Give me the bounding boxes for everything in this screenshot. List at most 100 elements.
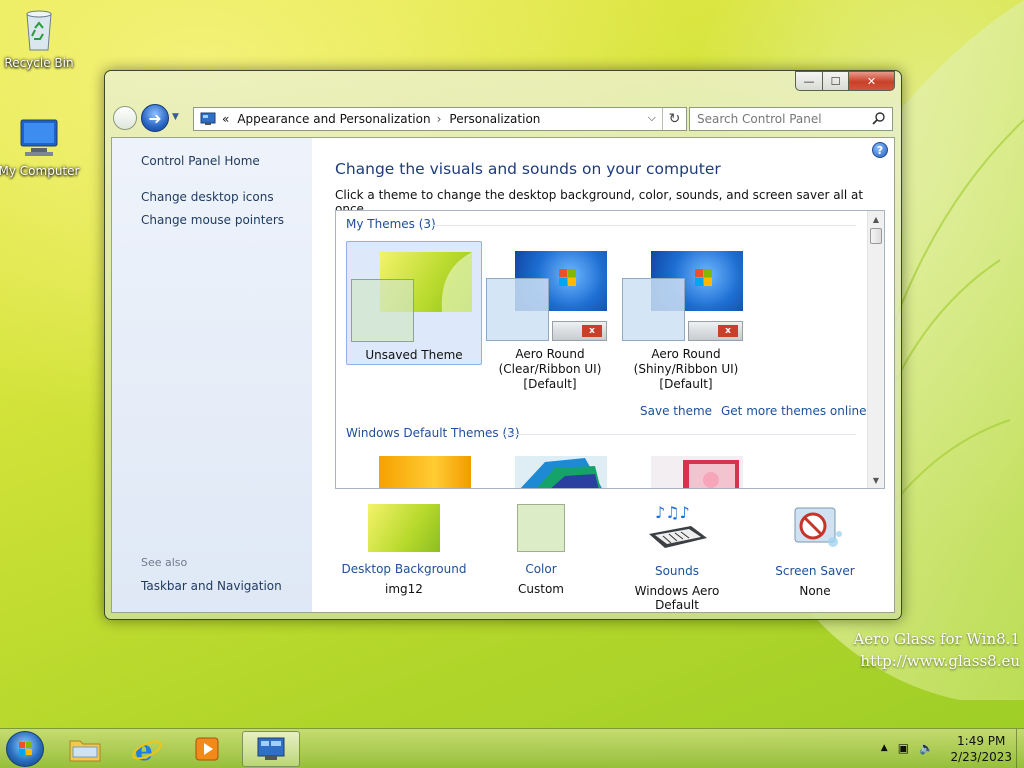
theme-thumbnail-default-3[interactable] — [651, 456, 743, 488]
breadcrumb-appearance[interactable]: Appearance and Personalization — [237, 112, 430, 126]
clock-date: 2/23/2023 — [950, 750, 1012, 764]
close-button[interactable]: ✕ — [849, 71, 895, 91]
maximize-button[interactable]: ☐ — [823, 71, 849, 91]
theme-unsaved[interactable]: Unsaved Theme — [346, 241, 482, 365]
screen-saver-icon — [779, 504, 851, 554]
task-pane: Control Panel Home Change desktop icons … — [112, 138, 312, 612]
internet-explorer-icon: e — [132, 734, 162, 764]
screen-saver-value: None — [799, 584, 831, 598]
search-input[interactable]: Search Control Panel — [689, 107, 893, 131]
breadcrumb-personalization[interactable]: Personalization — [449, 112, 540, 126]
screen-saver-link[interactable]: Screen Saver — [750, 564, 880, 578]
volume-icon[interactable]: 🔈 — [919, 741, 934, 755]
back-button[interactable] — [113, 106, 137, 130]
theme-label: Aero Round (Clear/Ribbon UI) [Default] — [498, 347, 602, 391]
group-divider — [432, 225, 856, 226]
theme-label: Aero Round (Shiny/Ribbon UI) [Default] — [633, 347, 739, 391]
scroll-up-arrow-icon[interactable]: ▲ — [868, 211, 884, 227]
control-panel-home-link[interactable]: Control Panel Home — [141, 154, 260, 168]
desktop-icon-label: Recycle Bin — [4, 56, 74, 70]
get-more-themes-link[interactable]: Get more themes online — [721, 404, 867, 418]
window-content: Control Panel Home Change desktop icons … — [111, 137, 895, 613]
address-dropdown[interactable]: ⌵ — [648, 111, 656, 125]
theme-aero-round-shiny[interactable]: x Aero Round (Shiny/Ribbon UI) [Default] — [618, 241, 754, 391]
navigation-bar: ➜ ▼ « Appearance and Personalization › P… — [111, 101, 895, 135]
network-icon[interactable]: ▣ — [898, 741, 909, 755]
media-player-icon — [195, 737, 219, 761]
color-link[interactable]: Color — [476, 562, 606, 576]
theme-window-preview: x — [688, 321, 743, 341]
show-hidden-icons-icon[interactable]: ▲ — [881, 741, 888, 755]
desktop-icon-my-computer[interactable]: My Computer — [0, 114, 81, 178]
windows-default-themes-heading: Windows Default Themes (3) — [346, 426, 520, 440]
taskbar-control-panel[interactable] — [242, 731, 300, 767]
watermark: Aero Glass for Win8.1 http://www.glass8.… — [853, 628, 1020, 672]
page-title: Change the visuals and sounds on your co… — [335, 160, 721, 178]
theme-thumbnail-default-1[interactable] — [379, 456, 471, 488]
scroll-down-arrow-icon[interactable]: ▼ — [868, 472, 884, 488]
my-themes-heading: My Themes (3) — [346, 217, 436, 231]
theme-list-scrollbar[interactable]: ▲ ▼ — [867, 211, 884, 488]
address-overflow[interactable]: « — [222, 112, 229, 126]
change-mouse-pointers-link[interactable]: Change mouse pointers — [141, 213, 284, 227]
desktop-icon-label: My Computer — [0, 164, 80, 178]
theme-color-preview — [486, 278, 549, 341]
watermark-url: http://www.glass8.eu — [860, 652, 1020, 670]
desktop-icon-recycle-bin[interactable]: Recycle Bin — [0, 6, 81, 70]
desktop-background-icon — [368, 504, 440, 552]
clock-time: 1:49 PM — [957, 734, 1006, 748]
group-divider — [504, 434, 856, 435]
sounds-setting[interactable]: ♪♫♪ Sounds Windows Aero Default — [612, 503, 742, 612]
breadcrumb-separator[interactable]: › — [437, 112, 442, 126]
see-also-heading: See also — [141, 556, 188, 569]
change-desktop-icons-link[interactable]: Change desktop icons — [141, 190, 274, 204]
main-pane: ? Change the visuals and sounds on your … — [312, 138, 894, 612]
taskbar-file-explorer[interactable] — [56, 731, 114, 767]
screen-saver-setting[interactable]: Screen Saver None — [750, 504, 880, 598]
theme-list[interactable]: My Themes (3) Unsaved Theme x Aero Round… — [335, 210, 885, 489]
sounds-link[interactable]: Sounds — [612, 564, 742, 578]
color-swatch-icon — [517, 504, 565, 552]
close-icon: x — [718, 325, 738, 337]
close-icon: x — [582, 325, 602, 337]
forward-button[interactable]: ➜ — [141, 104, 169, 132]
refresh-button[interactable]: ↻ — [662, 108, 686, 130]
theme-label: Unsaved Theme — [365, 348, 463, 362]
personalization-window: — ☐ ✕ ➜ ▼ « Appearance and Personalizati… — [104, 70, 902, 620]
theme-color-preview — [351, 279, 414, 342]
save-theme-link[interactable]: Save theme — [640, 404, 712, 418]
recent-pages-dropdown[interactable]: ▼ — [172, 112, 179, 122]
notification-area: ▲ ▣ 🔈 — [881, 741, 934, 755]
windows-logo-icon — [19, 742, 32, 755]
address-bar[interactable]: « Appearance and Personalization › Perso… — [193, 107, 687, 131]
show-desktop-button[interactable] — [1016, 729, 1024, 768]
desktop-background-link[interactable]: Desktop Background — [339, 562, 469, 576]
control-panel-icon — [200, 112, 216, 125]
svg-text:♪♫♪: ♪♫♪ — [655, 504, 690, 522]
color-value: Custom — [518, 582, 564, 596]
clock[interactable]: 1:49 PM 2/23/2023 — [950, 733, 1012, 765]
watermark-line: Aero Glass for Win8.1 — [853, 630, 1020, 648]
search-placeholder: Search Control Panel — [697, 112, 822, 126]
theme-aero-round-clear[interactable]: x Aero Round (Clear/Ribbon UI) [Default] — [482, 241, 618, 391]
desktop-background-value: img12 — [385, 582, 423, 596]
color-setting[interactable]: Color Custom — [476, 504, 606, 596]
theme-color-preview — [622, 278, 685, 341]
scrollbar-thumb[interactable] — [870, 228, 882, 244]
theme-thumbnail-default-2[interactable] — [515, 456, 607, 488]
start-button[interactable] — [6, 731, 44, 767]
computer-icon — [17, 114, 61, 160]
search-icon[interactable] — [872, 111, 886, 125]
sounds-value: Windows Aero Default — [634, 584, 720, 612]
taskbar: e ▲ ▣ 🔈 1:49 PM 2/23/2023 — [0, 728, 1024, 768]
taskbar-internet-explorer[interactable]: e — [118, 731, 176, 767]
desktop-background-setting[interactable]: Desktop Background img12 — [339, 504, 469, 596]
control-panel-icon — [257, 737, 285, 760]
taskbar-media-player[interactable] — [178, 731, 236, 767]
taskbar-navigation-link[interactable]: Taskbar and Navigation — [141, 579, 282, 593]
window-controls: — ☐ ✕ — [795, 71, 895, 91]
theme-window-preview: x — [552, 321, 607, 341]
file-explorer-icon — [69, 740, 101, 762]
help-icon[interactable]: ? — [872, 142, 888, 158]
minimize-button[interactable]: — — [795, 71, 823, 91]
